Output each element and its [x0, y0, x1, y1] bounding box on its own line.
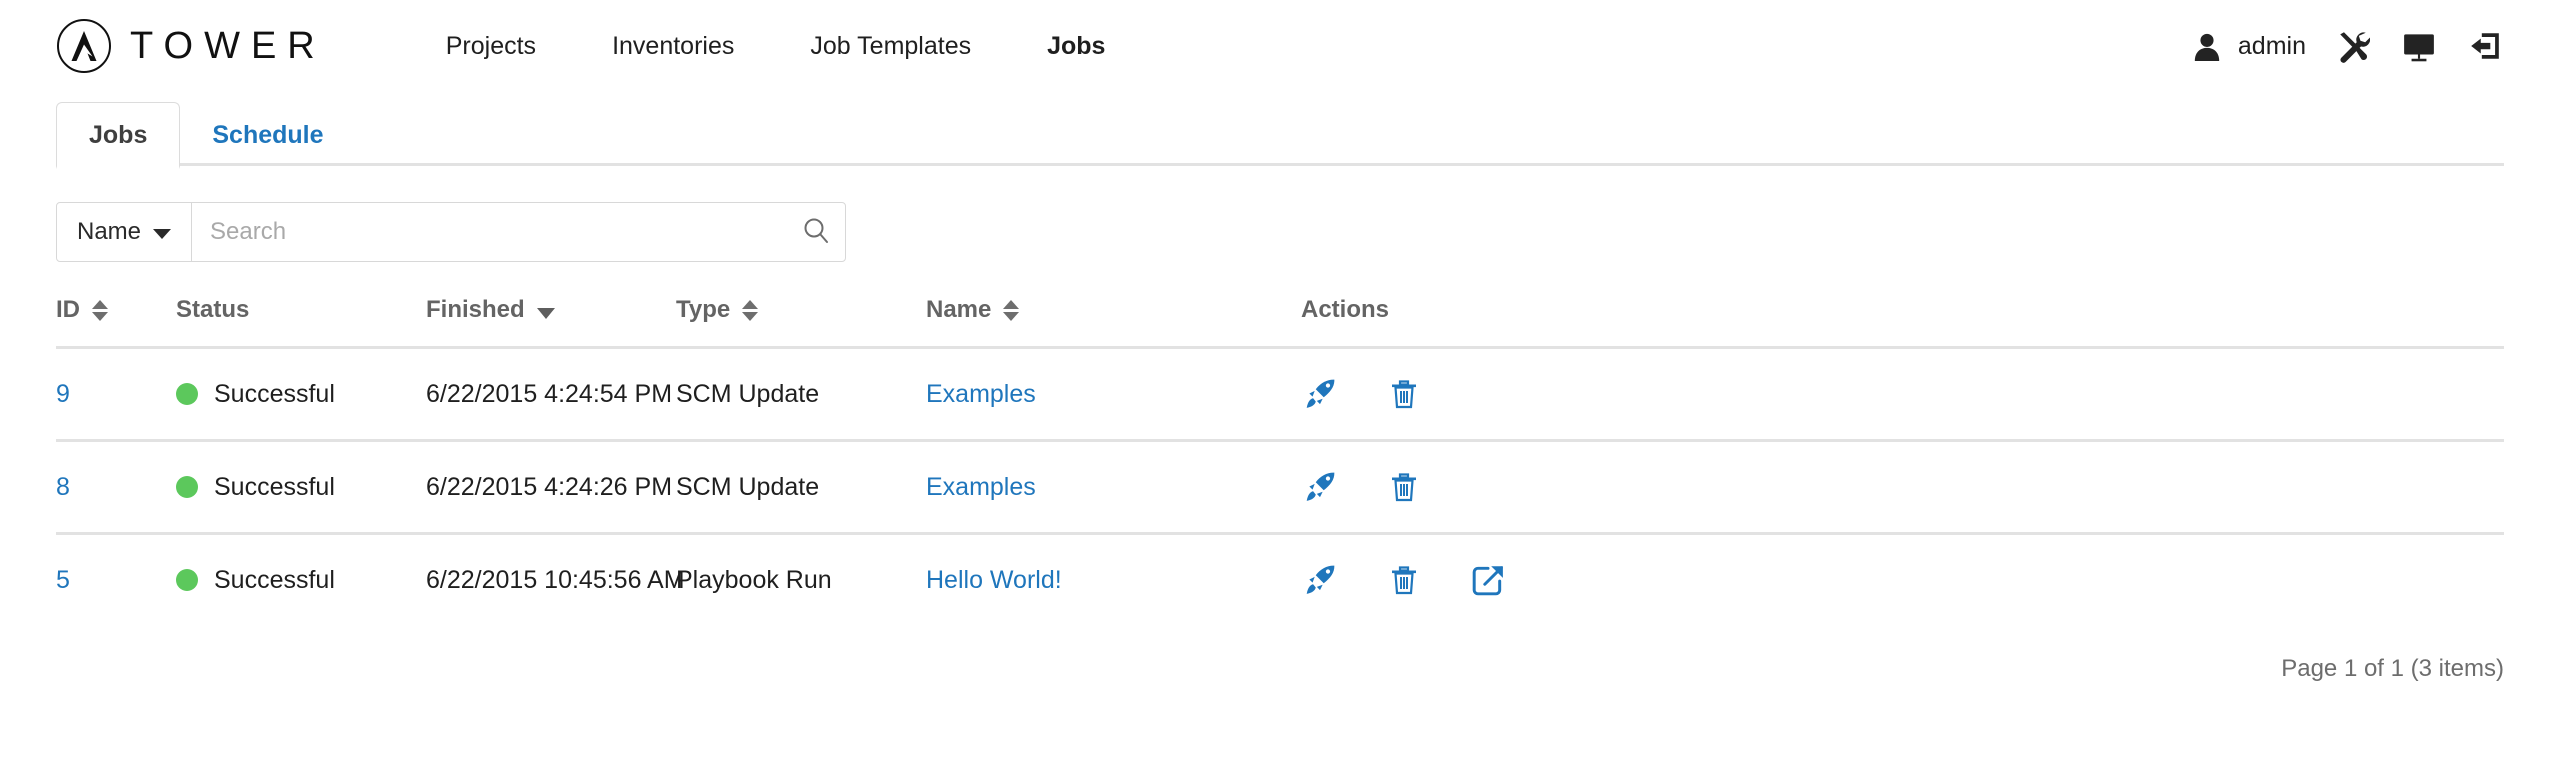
job-name-link[interactable]: Examples [926, 473, 1036, 501]
user-icon [2188, 27, 2226, 65]
table-header-row: ID Status Finished Type Name Actions [56, 296, 2504, 349]
nav-item-job-templates[interactable]: Job Templates [772, 32, 1009, 61]
monitor-icon[interactable] [2400, 27, 2438, 65]
cell-status: Successful [176, 534, 426, 626]
nav-item-inventories[interactable]: Inventories [574, 32, 772, 61]
open-external-icon[interactable] [1469, 561, 1507, 599]
search-submit-button[interactable] [787, 203, 845, 261]
tools-icon[interactable] [2334, 27, 2372, 65]
pagination-summary: Page 1 of 1 (3 items) [2281, 655, 2504, 682]
jobs-table-container: ID Status Finished Type Name Actions 9 S… [0, 296, 2556, 625]
cell-actions [1301, 440, 2504, 535]
column-header-type-label: Type [676, 296, 731, 323]
table-row: 5 Successful 6/22/2015 10:45:56 AM Playb… [56, 534, 2504, 626]
ansible-a-logo-icon [56, 18, 112, 74]
cell-actions [1301, 534, 2504, 626]
cell-name: Hello World! [926, 534, 1301, 626]
jobs-table: ID Status Finished Type Name Actions 9 S… [56, 296, 2504, 625]
status-label: Successful [214, 565, 335, 594]
chevron-down-icon [153, 229, 172, 239]
job-id-link[interactable]: 5 [56, 566, 70, 594]
delete-trash-icon[interactable] [1385, 561, 1423, 599]
job-name-link[interactable]: Examples [926, 380, 1036, 408]
sort-both-icon [92, 299, 108, 321]
cell-type: Playbook Run [676, 565, 832, 594]
search-input[interactable] [192, 203, 787, 261]
cell-name: Examples [926, 440, 1301, 535]
cell-actions [1301, 347, 2504, 442]
column-header-finished[interactable]: Finished [426, 296, 676, 349]
tab-schedule[interactable]: Schedule [180, 103, 355, 166]
cell-finished: 6/22/2015 10:45:56 AM [426, 565, 685, 594]
logout-icon[interactable] [2466, 27, 2504, 65]
nav-item-projects[interactable]: Projects [408, 32, 574, 61]
username-label: admin [2237, 31, 2306, 60]
sort-both-icon [742, 299, 759, 321]
cell-id: 8 [56, 440, 176, 535]
search-box: Name [56, 202, 846, 262]
column-header-status: Status [176, 296, 426, 349]
top-navigation-bar: TOWER Projects Inventories Job Templates… [0, 0, 2556, 92]
cell-status: Successful [176, 347, 426, 442]
status-label: Successful [214, 472, 335, 501]
search-scope-label: Name [77, 218, 142, 245]
cell-type: SCM Update [676, 440, 926, 535]
column-header-id[interactable]: ID [56, 296, 176, 349]
column-header-name-label: Name [926, 296, 992, 323]
tab-jobs[interactable]: Jobs [56, 102, 181, 169]
jobs-table-body: 9 Successful 6/22/2015 4:24:54 PM SCM Up… [56, 347, 2504, 626]
sort-both-icon [1003, 299, 1020, 321]
cell-finished: 6/22/2015 4:24:26 PM [426, 440, 676, 535]
current-user[interactable]: admin [2188, 27, 2306, 65]
cell-name: Examples [926, 347, 1301, 442]
delete-trash-icon[interactable] [1385, 468, 1423, 506]
status-label: Successful [214, 379, 335, 408]
cell-status: Successful [176, 440, 426, 535]
cell-id: 5 [56, 534, 176, 626]
relaunch-rocket-icon[interactable] [1301, 468, 1339, 506]
column-header-type[interactable]: Type [676, 296, 926, 349]
status-dot-icon [176, 383, 198, 405]
table-row: 8 Successful 6/22/2015 4:24:26 PM SCM Up… [56, 440, 2504, 535]
search-row: Name [0, 166, 2556, 262]
cell-type: SCM Update [676, 347, 926, 442]
sub-tab-bar: Jobs Schedule [0, 92, 2556, 169]
main-menu: Projects Inventories Job Templates Jobs [408, 32, 1144, 61]
job-name-link[interactable]: Hello World! [926, 566, 1062, 594]
column-header-name[interactable]: Name [926, 296, 1301, 349]
relaunch-rocket-icon[interactable] [1301, 561, 1339, 599]
column-header-actions-label: Actions [1301, 296, 1390, 323]
cell-finished: 6/22/2015 4:24:54 PM [426, 347, 676, 442]
column-header-finished-label: Finished [426, 296, 525, 323]
nav-right-cluster: admin [2188, 27, 2504, 65]
status-dot-icon [176, 569, 198, 591]
nav-item-jobs[interactable]: Jobs [1009, 32, 1143, 61]
sort-descending-icon [536, 307, 555, 319]
brand-title: TOWER [130, 25, 326, 67]
cell-id: 9 [56, 347, 176, 442]
search-icon [802, 216, 830, 249]
status-dot-icon [176, 476, 198, 498]
table-row: 9 Successful 6/22/2015 4:24:54 PM SCM Up… [56, 347, 2504, 442]
delete-trash-icon[interactable] [1385, 375, 1423, 413]
relaunch-rocket-icon[interactable] [1301, 375, 1339, 413]
job-id-link[interactable]: 8 [56, 473, 70, 501]
column-header-id-label: ID [56, 296, 80, 323]
brand-logo[interactable]: TOWER [56, 18, 326, 74]
job-id-link[interactable]: 9 [56, 380, 70, 408]
column-header-actions: Actions [1301, 296, 2504, 349]
search-scope-dropdown[interactable]: Name [57, 203, 193, 261]
column-header-status-label: Status [176, 296, 250, 323]
